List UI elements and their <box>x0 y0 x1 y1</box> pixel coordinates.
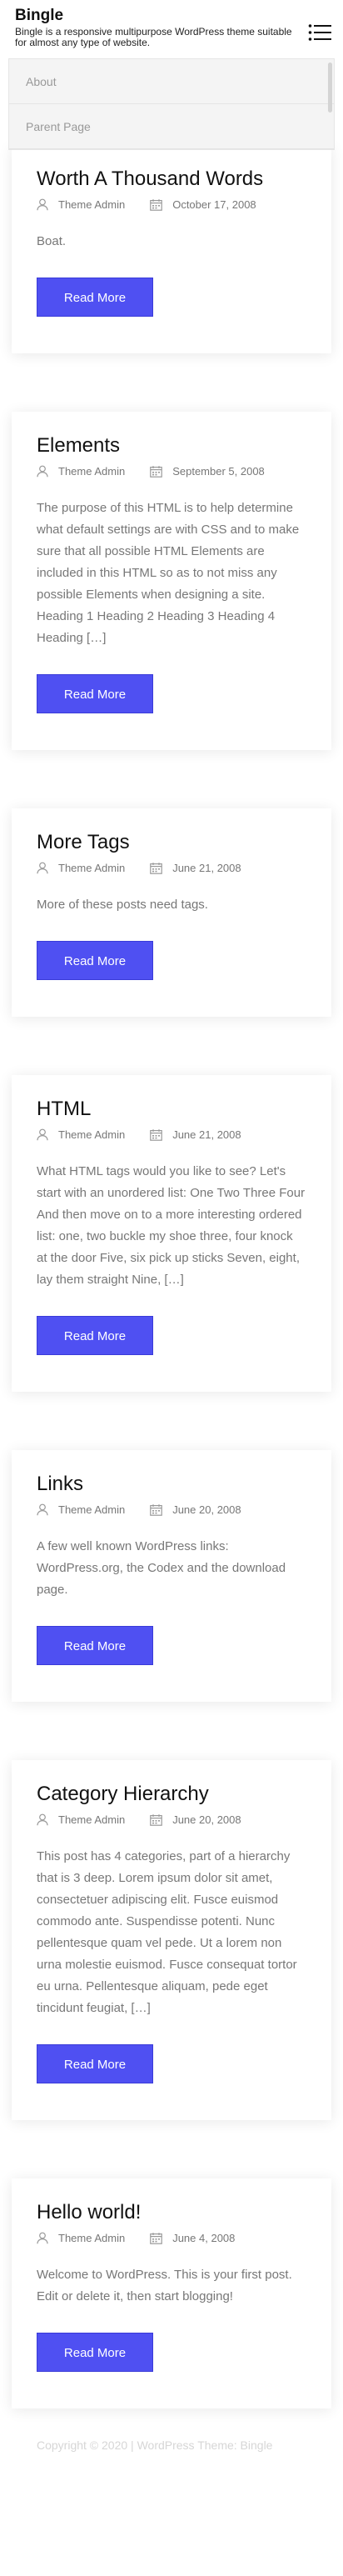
post-date[interactable]: June 20, 2008 <box>172 1813 241 1826</box>
user-icon <box>37 1813 48 1826</box>
post-excerpt: A few well known WordPress links: WordPr… <box>37 1539 286 1597</box>
user-icon <box>37 1503 48 1516</box>
post-card: Hello world! Theme Admin June 4, 2008 We… <box>12 2178 331 2408</box>
calendar-icon <box>150 1813 163 1826</box>
calendar-icon <box>150 1503 163 1516</box>
footer-copyright: Copyright © 2020 | WordPress Theme: Bing… <box>37 2438 273 2452</box>
post-author[interactable]: Theme Admin <box>58 1503 125 1516</box>
post-title[interactable]: Worth A Thousand Words <box>37 167 306 192</box>
nav-item-parent-page[interactable]: Parent Page <box>9 104 334 149</box>
post-meta: Theme Admin October 17, 2008 <box>37 198 306 211</box>
post-card: Worth A Thousand Words Theme Admin Octob… <box>12 145 331 353</box>
post-date[interactable]: June 21, 2008 <box>172 862 241 874</box>
post-date[interactable]: June 21, 2008 <box>172 1128 241 1141</box>
nav-scrollbar[interactable] <box>328 63 332 113</box>
post-card: Category Hierarchy Theme Admin June 20, … <box>12 1760 331 2120</box>
post-list: Worth A Thousand Words Theme Admin Octob… <box>0 145 343 2408</box>
user-icon <box>37 2232 48 2244</box>
read-more-button[interactable]: Read More <box>37 941 153 980</box>
post-card: Links Theme Admin June 20, 2008 A few we… <box>12 1450 331 1702</box>
post-author[interactable]: Theme Admin <box>58 1128 125 1141</box>
read-more-button[interactable]: Read More <box>37 1316 153 1355</box>
post-title[interactable]: Category Hierarchy <box>37 1782 306 1807</box>
site-header: Bingle Bingle is a responsive multipurpo… <box>0 0 343 58</box>
calendar-icon <box>150 1128 163 1141</box>
post-meta: Theme Admin June 21, 2008 <box>37 862 306 874</box>
post-meta: Theme Admin June 20, 2008 <box>37 1813 306 1826</box>
user-icon <box>37 198 48 211</box>
post-title[interactable]: More Tags <box>37 830 306 855</box>
site-footer: Copyright © 2020 | WordPress Theme: Bing… <box>0 2438 343 2477</box>
site-description: Bingle is a responsive multipurpose Word… <box>15 26 292 48</box>
post-meta: Theme Admin September 5, 2008 <box>37 465 306 478</box>
calendar-icon <box>150 198 163 211</box>
post-author[interactable]: Theme Admin <box>58 862 125 874</box>
post-excerpt: Boat. <box>37 234 67 248</box>
post-meta: Theme Admin June 21, 2008 <box>37 1128 306 1141</box>
post-excerpt: Welcome to WordPress. This is your first… <box>37 2268 292 2303</box>
site-title[interactable]: Bingle <box>15 7 328 25</box>
post-title[interactable]: HTML <box>37 1097 306 1122</box>
user-icon <box>37 465 48 478</box>
post-excerpt: The purpose of this HTML is to help dete… <box>37 501 300 645</box>
post-author[interactable]: Theme Admin <box>58 1813 125 1826</box>
menu-toggle-button[interactable] <box>308 23 331 42</box>
post-title[interactable]: Links <box>37 1472 306 1497</box>
read-more-button[interactable]: Read More <box>37 2333 153 2372</box>
post-author[interactable]: Theme Admin <box>58 465 125 478</box>
calendar-icon <box>150 862 163 874</box>
post-meta: Theme Admin June 4, 2008 <box>37 2232 306 2244</box>
post-date[interactable]: September 5, 2008 <box>172 465 265 478</box>
post-excerpt: This post has 4 categories, part of a hi… <box>37 1849 297 2015</box>
post-author[interactable]: Theme Admin <box>58 198 125 211</box>
calendar-icon <box>150 2232 163 2244</box>
read-more-button[interactable]: Read More <box>37 1626 153 1665</box>
post-date[interactable]: June 20, 2008 <box>172 1503 241 1516</box>
nav-item-about[interactable]: About <box>9 59 334 104</box>
post-author[interactable]: Theme Admin <box>58 2232 125 2244</box>
post-title[interactable]: Hello world! <box>37 2200 306 2225</box>
read-more-button[interactable]: Read More <box>37 674 153 713</box>
user-icon <box>37 1128 48 1141</box>
post-meta: Theme Admin June 20, 2008 <box>37 1503 306 1516</box>
user-icon <box>37 862 48 874</box>
post-excerpt: What HTML tags would you like to see? Le… <box>37 1164 306 1287</box>
post-card: More Tags Theme Admin June 21, 2008 More… <box>12 808 331 1017</box>
read-more-button[interactable]: Read More <box>37 2044 153 2083</box>
calendar-icon <box>150 465 163 478</box>
post-excerpt: More of these posts need tags. <box>37 898 208 912</box>
post-title[interactable]: Elements <box>37 433 306 458</box>
post-card: HTML Theme Admin June 21, 2008 What HTML… <box>12 1075 331 1392</box>
post-date[interactable]: June 4, 2008 <box>172 2232 235 2244</box>
menu-icon <box>308 24 331 41</box>
read-more-button[interactable]: Read More <box>37 278 153 317</box>
post-date[interactable]: October 17, 2008 <box>172 198 256 211</box>
post-card: Elements Theme Admin September 5, 2008 T… <box>12 412 331 750</box>
mobile-nav-menu: About Parent Page <box>8 58 335 150</box>
